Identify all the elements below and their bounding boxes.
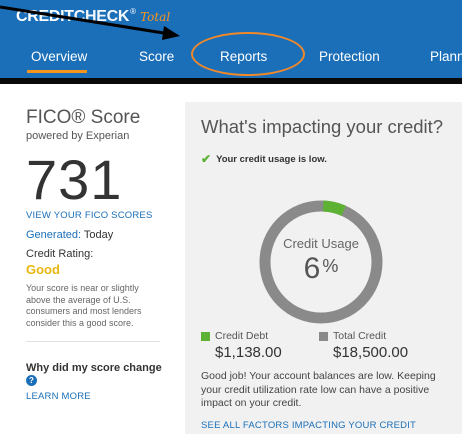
donut-label: Credit Usage xyxy=(283,236,359,251)
why-score-change-text: Why did my score change xyxy=(26,362,162,374)
panel-title: What's impacting your credit? xyxy=(201,116,444,137)
see-all-factors-link[interactable]: SEE ALL FACTORS IMPACTING YOUR CREDIT xyxy=(201,420,416,431)
fico-title: FICO® Score xyxy=(26,107,141,128)
legend-credit-debt: Credit Debt $1,138.00 xyxy=(201,330,282,361)
why-score-change-heading: Why did my score change ? xyxy=(26,362,166,386)
nav-planning[interactable]: Plann xyxy=(430,49,462,64)
total-label: Total Credit xyxy=(333,330,387,342)
fico-score-value: 731 xyxy=(26,148,123,211)
credit-rating-value: Good xyxy=(26,262,60,277)
annotation-arrow xyxy=(0,5,180,40)
nav-overview[interactable]: Overview xyxy=(31,49,87,64)
donut-unit: % xyxy=(322,256,339,276)
check-icon: ✔ xyxy=(201,152,212,166)
view-fico-scores-link[interactable]: VIEW YOUR FICO SCORES xyxy=(26,210,166,221)
score-description: Your score is near or slightly above the… xyxy=(26,283,142,328)
learn-more-link[interactable]: LEARN MORE xyxy=(26,391,166,402)
usage-status: ✔ Your credit usage is low. xyxy=(201,152,327,166)
nav-active-indicator xyxy=(27,70,87,73)
debt-label: Credit Debt xyxy=(215,330,269,342)
header-bottom-border xyxy=(0,78,462,84)
total-value: $18,500.00 xyxy=(333,344,409,361)
generated-label: Generated: xyxy=(26,229,82,241)
reports-highlight-ellipse xyxy=(191,32,305,76)
nav-protection[interactable]: Protection xyxy=(319,49,380,64)
generated-row: Generated: Today xyxy=(26,229,166,241)
credit-rating-label: Credit Rating: xyxy=(26,248,94,260)
legend-total-credit: Total Credit $18,500.00 xyxy=(319,330,408,361)
question-icon[interactable]: ? xyxy=(26,374,37,386)
fico-subtitle: powered by Experian xyxy=(26,130,130,142)
donut-value: 6% xyxy=(257,252,385,286)
donut-number: 6 xyxy=(303,252,321,285)
debt-value: $1,138.00 xyxy=(215,344,282,361)
debt-swatch xyxy=(201,331,210,341)
fico-score-column: FICO® Score powered by Experian 731 VIEW… xyxy=(26,108,166,402)
usage-explanation: Good job! Your account balances are low.… xyxy=(201,370,436,409)
credit-impact-panel: What's impacting your credit? ✔ Your cre… xyxy=(185,102,462,434)
usage-status-text: Your credit usage is low. xyxy=(216,153,327,165)
total-swatch xyxy=(319,331,328,341)
generated-value: Today xyxy=(83,229,114,241)
nav-score[interactable]: Score xyxy=(139,49,174,64)
divider xyxy=(26,341,160,342)
donut-used-segment xyxy=(322,200,346,216)
